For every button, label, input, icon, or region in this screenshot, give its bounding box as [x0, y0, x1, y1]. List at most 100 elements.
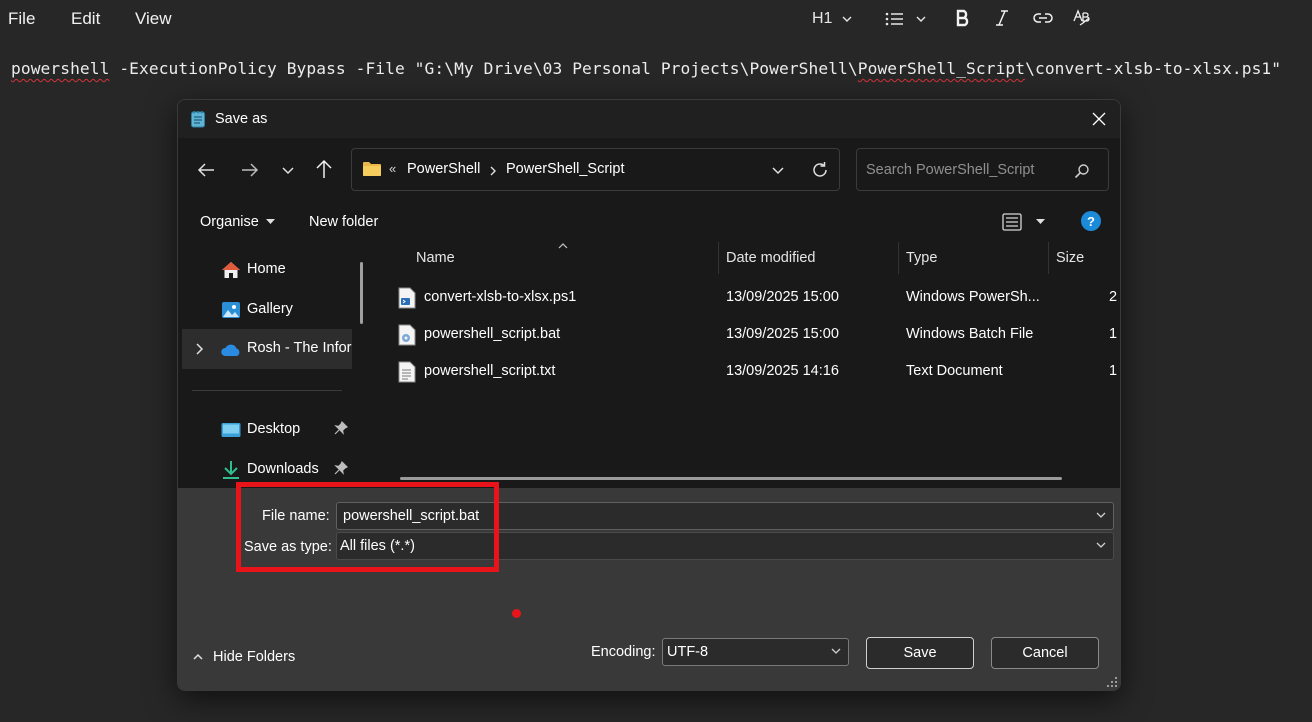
file-type: Text Document — [906, 363, 1003, 379]
breadcrumb-item-powershell-script[interactable]: PowerShell_Script — [506, 161, 624, 177]
sort-ascending-icon — [558, 243, 568, 249]
resize-grip-icon[interactable] — [1106, 676, 1118, 688]
column-header-type[interactable]: Type — [906, 250, 937, 266]
batch-file-icon — [398, 324, 416, 346]
nav-item-onedrive[interactable]: Rosh - The Infor — [182, 329, 352, 369]
nav-divider — [192, 390, 342, 391]
heading-dropdown[interactable]: H1 — [812, 6, 854, 32]
caret-down-icon — [265, 219, 275, 224]
table-row[interactable]: powershell_script.bat 13/09/2025 15:00 W… — [398, 318, 1120, 352]
view-options-button[interactable] — [1002, 211, 1045, 233]
chevron-down-icon — [1096, 542, 1106, 548]
menu-file[interactable]: File — [8, 9, 35, 29]
menu-view[interactable]: View — [135, 9, 172, 29]
menu-edit[interactable]: Edit — [71, 9, 100, 29]
link-icon — [1033, 13, 1053, 23]
file-size: 1 — [1109, 326, 1118, 342]
chevron-up-icon — [193, 653, 203, 660]
encoding-select[interactable]: UTF-8 — [662, 638, 849, 666]
list-dropdown[interactable] — [884, 6, 928, 32]
address-bar[interactable]: « PowerShell PowerShell_Script — [351, 148, 840, 191]
up-button[interactable] — [311, 156, 337, 182]
notepad-icon — [191, 111, 205, 128]
cancel-button[interactable]: Cancel — [991, 637, 1099, 669]
address-history-button[interactable] — [766, 159, 790, 181]
dialog-titlebar: Save as — [178, 100, 1120, 138]
details-view-icon — [1002, 213, 1022, 231]
bold-button[interactable] — [952, 6, 974, 30]
editor-text-part: -ExecutionPolicy Bypass -File "G:\My Dri… — [109, 59, 858, 78]
file-name: powershell_script.txt — [424, 363, 556, 379]
file-type: Windows Batch File — [906, 326, 1034, 342]
organise-button[interactable]: Organise — [200, 213, 275, 231]
nav-item-label: Downloads — [247, 461, 319, 477]
close-button[interactable] — [1082, 106, 1116, 132]
column-separator[interactable] — [718, 242, 719, 274]
nav-item-label: Rosh - The Infor — [247, 340, 352, 356]
hide-folders-label: Hide Folders — [213, 649, 296, 665]
hide-folders-button[interactable]: Hide Folders — [192, 647, 295, 667]
chevron-down-icon — [916, 16, 926, 22]
encoding-value: UTF-8 — [667, 644, 709, 660]
nav-item-label: Gallery — [247, 301, 293, 317]
table-row[interactable]: convert-xlsb-to-xlsx.ps1 13/09/2025 15:0… — [398, 281, 1120, 315]
breadcrumb-overflow[interactable]: « — [389, 161, 396, 176]
column-header-date[interactable]: Date modified — [726, 250, 815, 266]
pin-icon — [334, 461, 348, 475]
encoding-label: Encoding: — [591, 644, 656, 660]
column-separator[interactable] — [1048, 242, 1049, 274]
organise-label: Organise — [200, 214, 259, 230]
pin-icon — [334, 421, 348, 435]
nav-scrollbar[interactable] — [360, 262, 363, 324]
save-button[interactable]: Save — [866, 637, 974, 669]
nav-item-desktop[interactable]: Desktop — [178, 412, 352, 448]
table-row[interactable]: powershell_script.txt 13/09/2025 14:16 T… — [398, 355, 1120, 389]
chevron-down-icon — [282, 167, 294, 175]
column-header-size[interactable]: Size — [1056, 250, 1084, 266]
help-button[interactable]: ? — [1081, 211, 1101, 231]
file-date: 13/09/2025 15:00 — [726, 326, 839, 342]
save-as-dialog: Save as « PowerShell PowerShell_Script S… — [177, 99, 1121, 691]
bulleted-list-icon — [885, 12, 903, 26]
link-button[interactable] — [1031, 6, 1055, 30]
arrow-left-icon — [197, 163, 214, 177]
forward-button[interactable] — [236, 158, 264, 182]
recent-locations-button[interactable] — [277, 158, 299, 182]
content-area: Home Gallery Rosh - The Infor Desktop Do… — [178, 242, 1120, 488]
misspelled-word: powershell — [11, 59, 110, 78]
close-icon — [1092, 112, 1106, 126]
chevron-down-icon — [1096, 512, 1106, 518]
folder-icon — [363, 162, 381, 176]
file-date: 13/09/2025 14:16 — [726, 363, 839, 379]
help-icon: ? — [1087, 213, 1095, 229]
file-name: powershell_script.bat — [424, 326, 561, 342]
search-placeholder: Search PowerShell_Script — [866, 162, 1035, 178]
editor-text-line[interactable]: powershell -ExecutionPolicy Bypass -File… — [11, 59, 1281, 78]
nav-item-label: Home — [247, 261, 286, 277]
chevron-right-icon — [196, 343, 204, 355]
arrow-right-icon — [242, 163, 259, 177]
dialog-title: Save as — [215, 111, 268, 127]
file-size: 2 — [1109, 289, 1118, 305]
spellcheck-button[interactable] — [1070, 6, 1094, 30]
powershell-file-icon — [398, 287, 416, 309]
search-icon — [1074, 164, 1089, 179]
file-type: Windows PowerSh... — [906, 289, 1040, 305]
nav-item-gallery[interactable]: Gallery — [178, 292, 352, 328]
new-folder-button[interactable]: New folder — [309, 214, 378, 230]
horizontal-scrollbar[interactable] — [400, 477, 1062, 480]
caret-down-icon — [1036, 219, 1045, 224]
desktop-icon — [221, 423, 241, 437]
italic-icon — [996, 10, 1008, 26]
nav-item-home[interactable]: Home — [178, 252, 352, 288]
breadcrumb-item-powershell[interactable]: PowerShell — [407, 161, 480, 177]
italic-button[interactable] — [991, 6, 1013, 30]
column-header-name[interactable]: Name — [416, 250, 455, 266]
back-button[interactable] — [192, 158, 220, 182]
navigation-row: « PowerShell PowerShell_Script Search Po… — [178, 138, 1120, 200]
heading-label: H1 — [812, 10, 833, 27]
search-box[interactable]: Search PowerShell_Script — [856, 148, 1109, 191]
column-separator[interactable] — [898, 242, 899, 274]
home-icon — [222, 262, 240, 278]
refresh-button[interactable] — [808, 158, 832, 182]
